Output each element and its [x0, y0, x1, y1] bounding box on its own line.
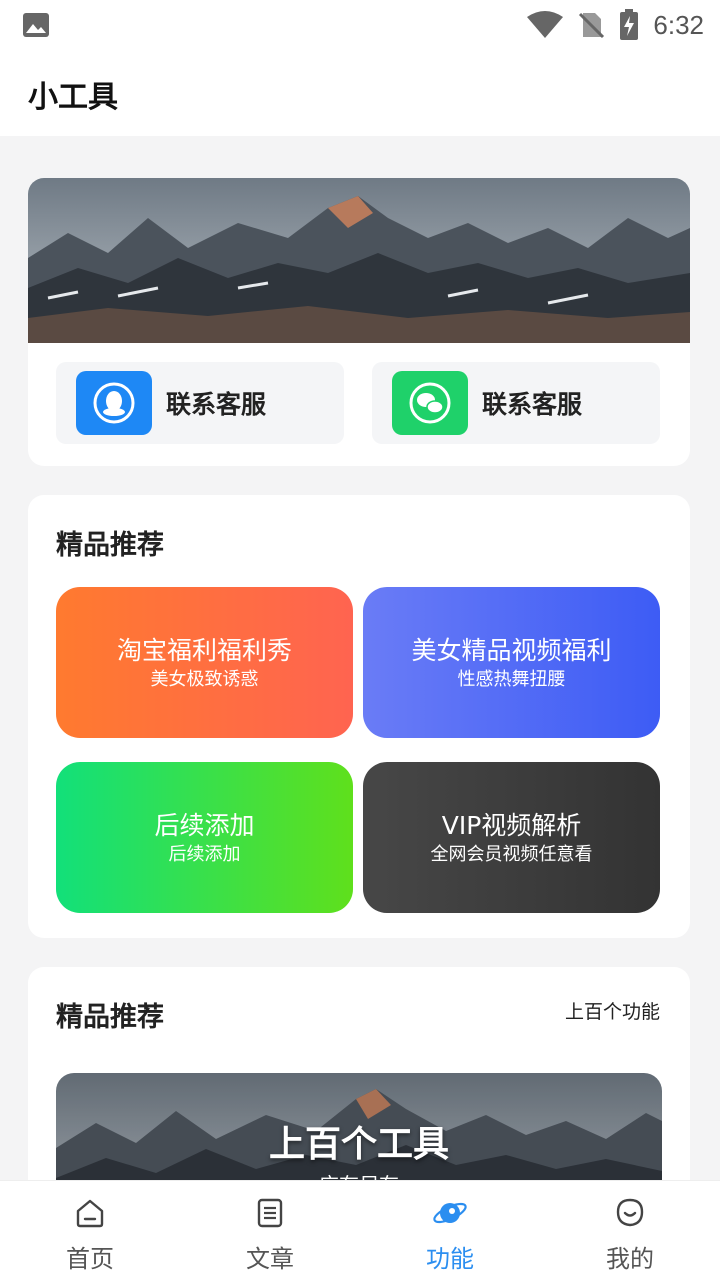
tile-vip-video-parser[interactable]: VIP视频解析 全网会员视频任意看 — [363, 762, 660, 913]
contact-support-wechat-button[interactable]: 联系客服 — [372, 362, 660, 444]
tab-features[interactable]: 功能 — [360, 1181, 540, 1280]
mountain-banner — [28, 178, 690, 343]
tile-title: 后续添加 — [154, 810, 255, 840]
qq-icon — [76, 371, 152, 435]
tile-subtitle: 性感热舞扭腰 — [457, 668, 566, 690]
tile-subtitle: 美女极致诱惑 — [150, 668, 259, 690]
contact-label: 联系客服 — [482, 390, 583, 419]
tile-title: 美女精品视频福利 — [411, 635, 612, 665]
planet-icon — [433, 1202, 467, 1224]
no-sim-icon — [579, 12, 605, 39]
image-notification-icon — [23, 13, 49, 37]
tab-home[interactable]: 首页 — [0, 1181, 180, 1280]
tab-label: 功能 — [426, 1245, 474, 1273]
section-title: 精品推荐 — [56, 530, 164, 561]
contact-label: 联系客服 — [166, 390, 267, 419]
wechat-icon — [392, 371, 468, 435]
tile-coming-soon[interactable]: 后续添加 后续添加 — [56, 762, 353, 913]
profile-icon — [616, 1198, 644, 1227]
recommend-section: 精品推荐 淘宝福利福利秀 美女极致诱惑 美女精品视频福利 性感热舞扭腰 后续添加… — [28, 495, 690, 938]
article-icon — [257, 1198, 283, 1228]
app-bar: 小工具 — [0, 50, 720, 136]
tab-label: 文章 — [246, 1245, 294, 1273]
tab-article[interactable]: 文章 — [180, 1181, 360, 1280]
battery-charging-icon — [620, 9, 639, 40]
more-features-link[interactable]: 上百个功能 — [565, 997, 660, 1024]
tile-title: VIP视频解析 — [441, 810, 582, 840]
contact-card: 联系客服 联系客服 — [28, 178, 690, 466]
tile-subtitle: 全网会员视频任意看 — [430, 843, 593, 865]
home-icon — [76, 1199, 104, 1228]
section-title: 精品推荐 — [56, 1002, 164, 1033]
status-bar: 6:32 — [0, 0, 720, 50]
tab-profile[interactable]: 我的 — [540, 1181, 720, 1280]
banner-title: 上百个工具 — [268, 1124, 449, 1165]
bottom-tab-bar: 首页 文章 功能 我的 — [0, 1180, 720, 1280]
page-title: 小工具 — [28, 80, 118, 115]
tile-title: 淘宝福利福利秀 — [116, 635, 292, 665]
tile-taobao-welfare[interactable]: 淘宝福利福利秀 美女极致诱惑 — [56, 587, 353, 738]
contact-support-qq-button[interactable]: 联系客服 — [56, 362, 344, 444]
tile-subtitle: 后续添加 — [168, 843, 241, 865]
clock: 6:32 — [653, 9, 704, 40]
tile-video-welfare[interactable]: 美女精品视频福利 性感热舞扭腰 — [363, 587, 660, 738]
tab-label: 我的 — [606, 1245, 654, 1273]
tab-label: 首页 — [66, 1245, 114, 1273]
wifi-icon — [527, 11, 564, 38]
